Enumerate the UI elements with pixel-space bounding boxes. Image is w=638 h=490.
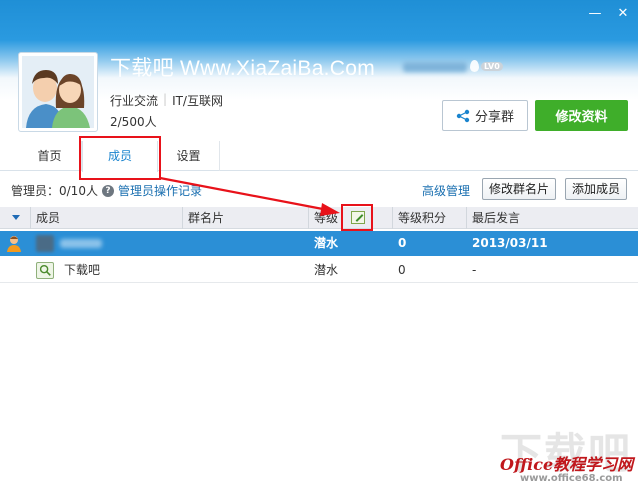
sort-down-icon[interactable] [12,215,20,220]
tab-settings[interactable]: 设置 [158,141,220,171]
share-label: 分享群 [474,110,514,125]
table-row[interactable]: 下载吧 潜水 0 - [0,258,638,283]
group-name: 下载吧 Www.XiaZaiBa.Com [110,57,376,80]
advanced-manage-link[interactable]: 高级管理 [422,182,470,199]
help-icon[interactable]: ? [101,184,114,197]
minimize-button[interactable]: — [588,6,602,21]
share-group-button[interactable]: 分享群 [442,100,528,131]
column-points[interactable]: 等级积分 [392,207,466,229]
share-icon [456,109,470,122]
row-points: 0 [398,236,407,250]
row-last-post: 2013/03/11 [472,236,548,250]
category-it[interactable]: IT/互联网 [172,92,223,109]
level-text: LV0 [481,61,503,71]
tab-home[interactable]: 首页 [18,141,82,171]
row-level: 潜水 [314,236,339,250]
member-avatar [36,235,54,252]
edit-card-button[interactable]: 修改群名片 [482,178,556,200]
column-card[interactable]: 群名片 [182,207,308,229]
row-points: 0 [398,263,406,277]
flame-icon [470,60,479,72]
group-categories: 行业交流 | IT/互联网 [110,92,223,109]
member-count: 2/500人 [110,115,157,129]
admin-info: 管理员：0/10人 ? 管理员操作记录 [11,182,202,199]
watermark-title: Office教程学习网 [500,455,634,474]
category-industry[interactable]: 行业交流 [110,92,158,109]
row-level: 潜水 [314,263,339,277]
level-badge[interactable]: LV0 [470,60,503,72]
table-row[interactable]: 潜水 0 2013/03/11 [0,231,638,256]
blurred-group-id [403,62,467,72]
column-last-post[interactable]: 最后发言 [466,207,638,229]
group-avatar[interactable] [18,52,98,132]
admin-log-link[interactable]: 管理员操作记录 [118,182,202,199]
add-member-button[interactable]: 添加成员 [565,178,627,200]
group-avatar-image [22,56,94,128]
column-member[interactable]: 成员 [30,207,182,229]
owner-icon [7,236,21,252]
row-member-name[interactable]: 下载吧 [64,258,100,283]
watermark-url: www.office68.com [520,473,623,484]
member-table-header: 成员 群名片 等级 等级积分 最后发言 [0,207,638,229]
annotation-box-members-tab [79,136,161,180]
blurred-member-name [60,239,102,248]
annotation-box-edit-level [341,204,373,231]
category-separator: | [163,92,168,106]
close-button[interactable]: ✕ [616,6,630,21]
window-controls: — ✕ [588,6,630,21]
admin-count: 管理员：0/10人 [11,184,98,198]
row-last-post: - [472,263,477,277]
edit-profile-button[interactable]: 修改资料 [535,100,628,131]
member-avatar [36,262,54,279]
